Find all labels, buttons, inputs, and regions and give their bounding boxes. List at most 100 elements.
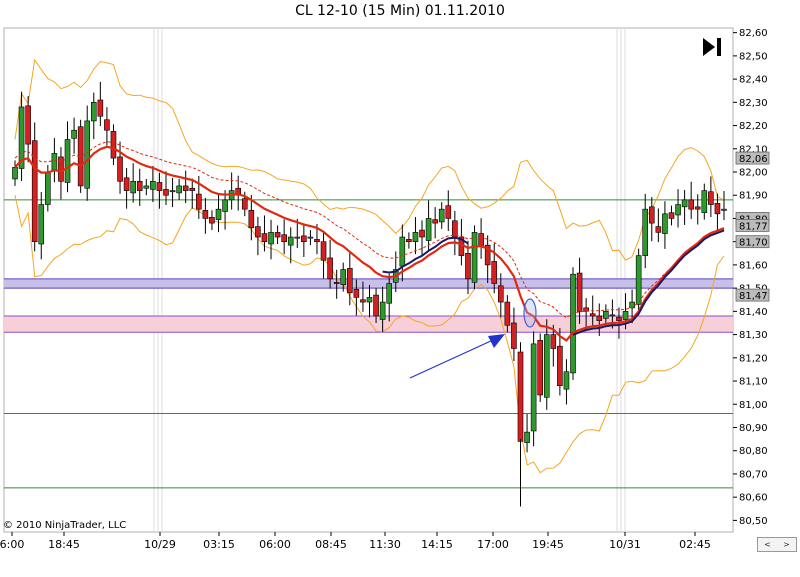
candle xyxy=(432,207,438,239)
candle xyxy=(150,165,156,202)
candle-body xyxy=(497,285,504,303)
y-tick-label: 82,50 xyxy=(739,51,768,62)
candle-body xyxy=(373,294,379,317)
y-tick-label: 80,50 xyxy=(739,516,768,527)
candle-body xyxy=(261,233,268,242)
y-tick-label: 82,00 xyxy=(739,168,768,179)
candle xyxy=(261,215,268,252)
candle xyxy=(31,122,38,252)
candle xyxy=(681,190,688,225)
candle-body xyxy=(45,171,51,205)
candle-body xyxy=(307,236,314,239)
candle xyxy=(58,147,64,200)
candle-body xyxy=(163,189,169,196)
candle-body xyxy=(681,199,688,208)
candle-body xyxy=(320,241,327,261)
x-tick-label: 10/31 xyxy=(609,538,641,551)
x-tick-label: 18:45 xyxy=(48,538,80,551)
candle xyxy=(222,190,228,230)
skip-end-icon[interactable] xyxy=(700,35,724,59)
candle xyxy=(182,170,189,204)
candle xyxy=(366,284,373,318)
candle-body xyxy=(616,316,622,321)
candle-body xyxy=(557,345,563,386)
chart-svg[interactable]: 82,6082,5082,4082,3082,2082,1082,0081,90… xyxy=(0,0,800,577)
candle-body xyxy=(668,212,675,219)
candle xyxy=(537,333,543,402)
y-tick-label: 80,70 xyxy=(739,469,768,480)
candle xyxy=(478,218,484,259)
candle-body xyxy=(543,334,550,398)
candle-body xyxy=(268,232,274,245)
candle xyxy=(484,235,491,284)
candle-body xyxy=(629,301,635,309)
candle-body xyxy=(353,288,360,298)
price-label-text: 82,06 xyxy=(739,154,768,165)
scroll-left-button[interactable]: < xyxy=(764,538,771,551)
candle-body xyxy=(294,236,301,239)
candle-body xyxy=(386,283,392,304)
candle-body xyxy=(622,311,629,320)
candle-body xyxy=(708,191,714,205)
candle-body xyxy=(51,153,58,170)
candle-body xyxy=(517,351,524,442)
candle-body xyxy=(90,102,97,122)
candle-body xyxy=(360,299,366,303)
y-tick-label: 82,20 xyxy=(739,121,768,132)
candle xyxy=(708,176,714,218)
candle-body xyxy=(196,193,202,210)
candle xyxy=(563,359,570,405)
candle-body xyxy=(714,203,721,215)
candle xyxy=(714,193,721,232)
scroll-nav[interactable]: < > xyxy=(757,537,797,552)
candle-body xyxy=(25,105,31,145)
candle-body xyxy=(123,177,130,191)
x-tick-label: 19:45 xyxy=(532,538,564,551)
candle xyxy=(701,183,708,220)
candle-body xyxy=(419,229,425,238)
candle-body xyxy=(248,210,255,229)
candle xyxy=(130,163,136,203)
candle-body xyxy=(603,311,609,319)
candle xyxy=(209,210,215,231)
candle-body xyxy=(182,185,189,191)
y-tick-label: 81,00 xyxy=(739,400,768,411)
y-tick-label: 81,20 xyxy=(739,353,768,364)
candle xyxy=(524,414,530,453)
candle-body xyxy=(222,199,228,212)
candle xyxy=(675,189,681,228)
candle-body xyxy=(117,156,123,182)
candle xyxy=(438,202,445,229)
candle xyxy=(255,216,261,256)
candle xyxy=(721,191,727,221)
x-tick-label: 10/29 xyxy=(144,538,176,551)
candle-body xyxy=(648,206,655,224)
candle-body xyxy=(287,236,294,246)
y-tick-label: 80,90 xyxy=(739,423,768,434)
candle-body xyxy=(576,272,583,312)
candle-body xyxy=(241,198,248,210)
candle xyxy=(320,231,327,279)
candle-body xyxy=(71,129,77,139)
candle xyxy=(412,217,419,255)
candle-body xyxy=(701,190,708,213)
y-tick-label: 81,60 xyxy=(739,260,768,271)
candle xyxy=(688,181,694,219)
chart-window: CL 12-10 (15 Min) 01.11.2010 82,60 82,50 8… xyxy=(0,0,800,577)
candle xyxy=(117,141,123,194)
copyright-text: © 2010 NinjaTrader, LLC xyxy=(3,520,126,531)
y-tick-label: 81,90 xyxy=(739,191,768,202)
scroll-right-button[interactable]: > xyxy=(783,538,790,551)
candle xyxy=(471,225,478,290)
candle-body xyxy=(550,334,557,349)
x-tick-label: 03:15 xyxy=(203,538,235,551)
price-label-text: 81,47 xyxy=(739,291,768,302)
candle-body xyxy=(563,371,570,390)
candle-body xyxy=(169,190,176,193)
y-tick-label: 80,60 xyxy=(739,493,768,504)
candle-body xyxy=(274,232,281,238)
candle xyxy=(274,225,281,244)
candle xyxy=(543,319,550,410)
annotation-arrow-line xyxy=(409,339,494,379)
candle xyxy=(64,121,71,193)
